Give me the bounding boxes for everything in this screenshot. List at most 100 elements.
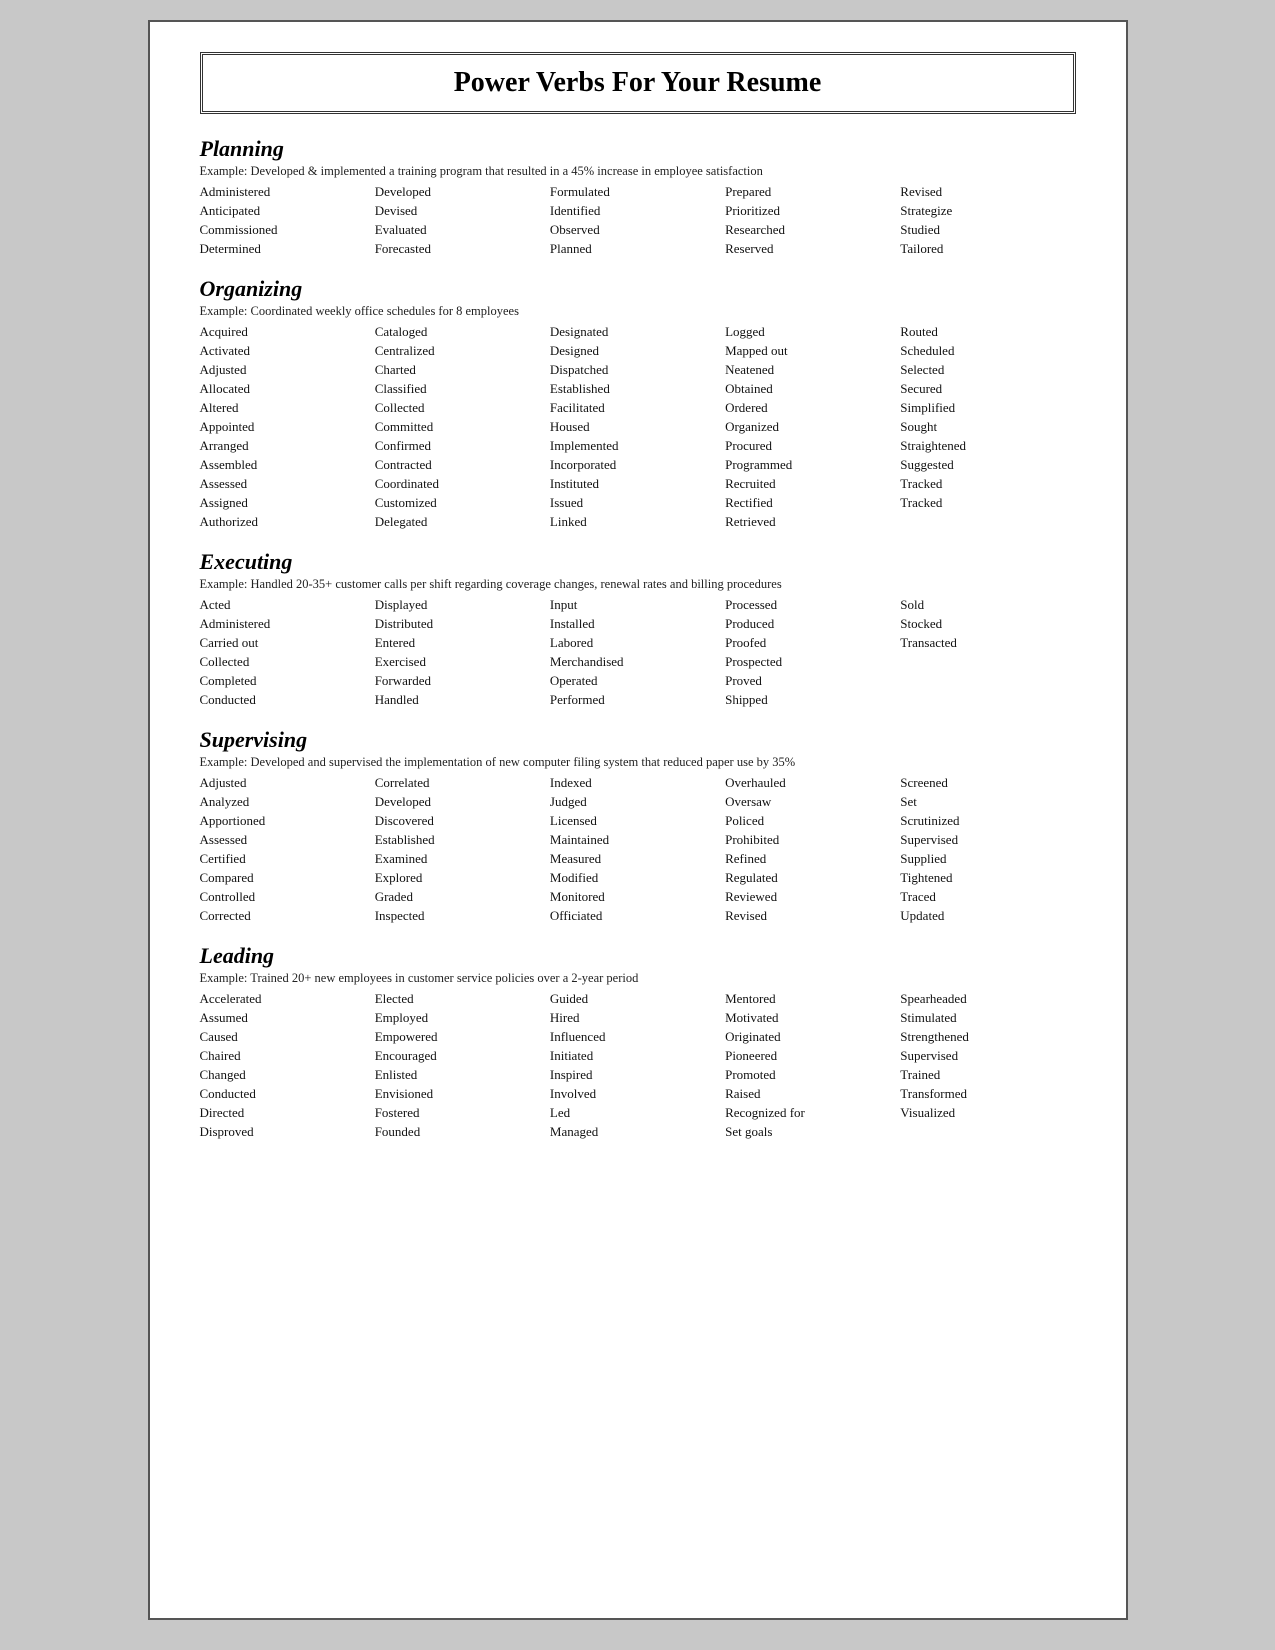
planning-example: Example: Developed & implemented a train… xyxy=(200,164,1076,179)
verb-cell: Linked xyxy=(550,513,725,531)
verb-cell: Enlisted xyxy=(375,1066,550,1084)
verb-cell: Completed xyxy=(200,672,375,690)
section-supervising: SupervisingExample: Developed and superv… xyxy=(200,727,1076,925)
verb-cell: Prepared xyxy=(725,183,900,201)
organizing-verb-grid: AcquiredCatalogedDesignatedLoggedRoutedA… xyxy=(200,323,1076,531)
page-title: Power Verbs For Your Resume xyxy=(200,52,1076,114)
verb-cell: Set goals xyxy=(725,1123,900,1141)
verb-cell xyxy=(900,1123,1075,1141)
verb-cell: Sought xyxy=(900,418,1075,436)
verb-cell: Straightened xyxy=(900,437,1075,455)
page: Power Verbs For Your Resume Planning Exam… xyxy=(148,20,1128,1620)
verb-cell: Managed xyxy=(550,1123,725,1141)
verb-cell: Classified xyxy=(375,380,550,398)
verb-cell: Revised xyxy=(725,907,900,925)
verb-cell: Recognized for xyxy=(725,1104,900,1122)
verb-cell: Inspected xyxy=(375,907,550,925)
verb-cell: Handled xyxy=(375,691,550,709)
organizing-example: Example: Coordinated weekly office sched… xyxy=(200,304,1076,319)
verb-cell: Arranged xyxy=(200,437,375,455)
verb-cell: Originated xyxy=(725,1028,900,1046)
verb-cell: Administered xyxy=(200,183,375,201)
section-leading: Leading Example: Trained 20+ new employee… xyxy=(200,943,1076,1141)
verb-cell: Labored xyxy=(550,634,725,652)
verb-cell: Conducted xyxy=(200,691,375,709)
verb-cell xyxy=(900,653,1075,671)
verb-cell: Founded xyxy=(375,1123,550,1141)
verb-cell: Supervised xyxy=(900,1047,1075,1065)
verb-cell: Strengthened xyxy=(900,1028,1075,1046)
verb-cell: Merchandised xyxy=(550,653,725,671)
verb-cell xyxy=(900,513,1075,531)
verb-cell: Processed xyxy=(725,596,900,614)
verb-cell: Researched xyxy=(725,221,900,239)
verb-cell: Explored xyxy=(375,869,550,887)
verb-cell: Charted xyxy=(375,361,550,379)
verb-cell: Designated xyxy=(550,323,725,341)
verb-cell: Neatened xyxy=(725,361,900,379)
leading-example: Example: Trained 20+ new employees in cu… xyxy=(200,971,1076,986)
verb-cell: Designed xyxy=(550,342,725,360)
verb-cell: Set xyxy=(900,793,1075,811)
verb-cell: Regulated xyxy=(725,869,900,887)
verb-cell: Altered xyxy=(200,399,375,417)
verb-cell: Instituted xyxy=(550,475,725,493)
verb-cell: Trained xyxy=(900,1066,1075,1084)
verb-cell: Forecasted xyxy=(375,240,550,258)
verb-cell: Input xyxy=(550,596,725,614)
verb-cell: Proofed xyxy=(725,634,900,652)
verb-cell: Distributed xyxy=(375,615,550,633)
verb-cell: Prioritized xyxy=(725,202,900,220)
verb-cell: Selected xyxy=(900,361,1075,379)
verb-cell: Supervised xyxy=(900,831,1075,849)
verb-cell: Stocked xyxy=(900,615,1075,633)
verb-cell: Caused xyxy=(200,1028,375,1046)
verb-cell: Sold xyxy=(900,596,1075,614)
verb-cell xyxy=(900,672,1075,690)
verb-cell: Monitored xyxy=(550,888,725,906)
verb-cell: Assessed xyxy=(200,475,375,493)
supervising-heading: Supervising xyxy=(200,727,1076,753)
verb-cell: Assigned xyxy=(200,494,375,512)
verb-cell: Incorporated xyxy=(550,456,725,474)
verb-cell: Traced xyxy=(900,888,1075,906)
verb-cell: Housed xyxy=(550,418,725,436)
verb-cell: Oversaw xyxy=(725,793,900,811)
verb-cell: Analyzed xyxy=(200,793,375,811)
verb-cell: Activated xyxy=(200,342,375,360)
verb-cell: Centralized xyxy=(375,342,550,360)
verb-cell: Correlated xyxy=(375,774,550,792)
verb-cell: Fostered xyxy=(375,1104,550,1122)
verb-cell: Envisioned xyxy=(375,1085,550,1103)
verb-cell: Supplied xyxy=(900,850,1075,868)
verb-cell: Allocated xyxy=(200,380,375,398)
leading-heading: Leading xyxy=(200,943,1076,969)
verb-cell: Observed xyxy=(550,221,725,239)
verb-cell: Authorized xyxy=(200,513,375,531)
verb-cell: Screened xyxy=(900,774,1075,792)
verb-cell: Confirmed xyxy=(375,437,550,455)
verb-cell: Accelerated xyxy=(200,990,375,1008)
verb-cell: Reserved xyxy=(725,240,900,258)
verb-cell: Pioneered xyxy=(725,1047,900,1065)
verb-cell: Established xyxy=(375,831,550,849)
verb-cell: Modified xyxy=(550,869,725,887)
verb-cell: Discovered xyxy=(375,812,550,830)
executing-example: Example: Handled 20-35+ customer calls p… xyxy=(200,577,1076,592)
verb-cell: Identified xyxy=(550,202,725,220)
organizing-heading: Organizing xyxy=(200,276,1076,302)
planning-heading: Planning xyxy=(200,136,1076,162)
verb-cell: Motivated xyxy=(725,1009,900,1027)
verb-cell: Chaired xyxy=(200,1047,375,1065)
verb-cell: Changed xyxy=(200,1066,375,1084)
verb-cell: Tightened xyxy=(900,869,1075,887)
verb-cell: Installed xyxy=(550,615,725,633)
verb-cell: Involved xyxy=(550,1085,725,1103)
verb-cell: Scheduled xyxy=(900,342,1075,360)
verb-cell: Raised xyxy=(725,1085,900,1103)
verb-cell: Determined xyxy=(200,240,375,258)
verb-cell: Developed xyxy=(375,183,550,201)
verb-cell: Collected xyxy=(375,399,550,417)
verb-cell: Prospected xyxy=(725,653,900,671)
verb-cell: Devised xyxy=(375,202,550,220)
